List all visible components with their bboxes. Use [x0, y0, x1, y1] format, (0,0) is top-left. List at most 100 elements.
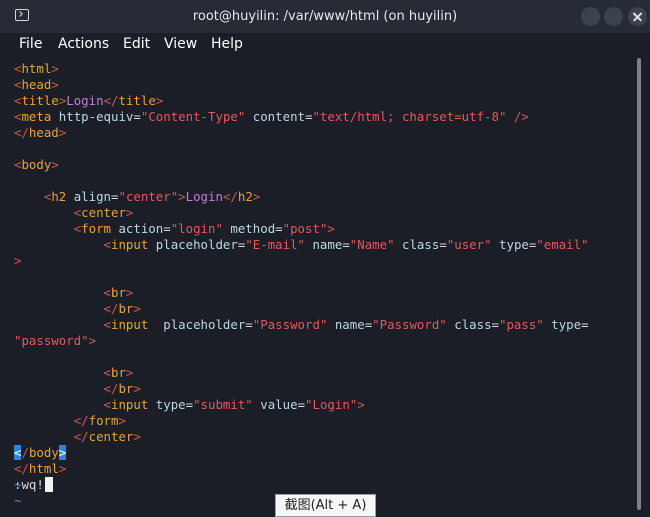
code-token: < [103, 285, 111, 300]
code-token: > [125, 205, 134, 220]
screenshot-tooltip: 截图(Alt + A) [275, 494, 376, 517]
code-token: </ [73, 413, 89, 428]
code-token: "submit" [193, 397, 253, 412]
code-token: = [163, 221, 171, 236]
code-token: < [103, 317, 111, 332]
code-token: > [133, 301, 141, 316]
code-line: </center> [14, 429, 141, 445]
code-token: </ [14, 125, 29, 140]
code-token: > [178, 189, 186, 204]
code-token: > [125, 285, 134, 300]
code-token: "login" [170, 221, 223, 236]
code-token: placeholder [163, 317, 246, 332]
code-token: > [51, 61, 59, 76]
menu-edit[interactable]: Edit [123, 35, 150, 53]
code-token: "Password" [372, 317, 447, 332]
code-token: </ [222, 189, 238, 204]
code-token: > [58, 125, 67, 140]
code-token: > [252, 189, 261, 204]
code-token: < [103, 397, 111, 412]
code-token: = [297, 397, 306, 412]
code-token: > [88, 333, 97, 348]
code-token: head [28, 125, 59, 140]
code-token: br [118, 381, 134, 396]
code-line: <center> [14, 205, 134, 221]
close-icon[interactable] [628, 7, 647, 26]
code-line: </html> [14, 461, 66, 477]
code-line: <br> [14, 365, 134, 381]
vim-editor-area[interactable]: <html> <head> <title>Login</title> <meta ht… [0, 60, 634, 508]
code-token: "user" [446, 237, 492, 252]
code-token: type [155, 397, 186, 412]
code-token: class [402, 237, 440, 252]
code-token: body [21, 157, 52, 172]
code-token: > [58, 445, 67, 460]
code-token: > [125, 365, 134, 380]
code-token: > [133, 381, 141, 396]
menu-help[interactable]: Help [211, 35, 243, 53]
code-token: placeholder [155, 237, 238, 252]
code-token: = [581, 317, 589, 332]
code-token: / [21, 445, 29, 460]
code-line: <input type="submit" value="Login"> [14, 397, 365, 413]
code-token: "center" [118, 189, 179, 204]
code-token: = [342, 237, 350, 252]
code-token: body [28, 445, 59, 460]
code-token: Login [185, 189, 223, 204]
code-token: = [185, 397, 194, 412]
maximize-button[interactable] [604, 7, 623, 26]
code-line: <head> [14, 77, 59, 93]
menu-actions[interactable]: Actions [58, 35, 109, 53]
code-token: "email" [536, 237, 589, 252]
code-token: align [73, 189, 112, 204]
menu-file[interactable]: File [19, 35, 42, 53]
code-token: "E-mail" [245, 237, 305, 252]
code-token: title [21, 93, 59, 108]
code-token: "password" [14, 333, 89, 348]
code-token: title [118, 93, 156, 108]
code-token: center [88, 429, 134, 444]
code-token: > [155, 93, 164, 108]
scrollbar-thumb[interactable] [637, 58, 641, 510]
code-token: h2 [237, 189, 253, 204]
code-token: > [51, 77, 59, 92]
code-token: Login [66, 93, 104, 108]
scrollbar[interactable] [636, 58, 644, 510]
code-line: </body> [14, 445, 67, 461]
code-token: form [81, 221, 111, 236]
title-bar: root@huyilin: /var/www/html (on huyilin) [0, 0, 650, 34]
code-line: <form action="login" method="post"> [14, 221, 335, 237]
code-token: "Login" [305, 397, 358, 412]
code-line: <input placeholder="Password" name="Pass… [14, 317, 589, 333]
code-token: h2 [51, 189, 67, 204]
code-token: html [28, 461, 59, 476]
code-token: type [499, 237, 529, 252]
code-token: "Name" [349, 237, 395, 252]
code-token: "Content-Type" [140, 109, 246, 124]
code-token: < [103, 237, 111, 252]
code-token: < [103, 365, 111, 380]
code-token: = [275, 221, 283, 236]
minimize-button[interactable] [581, 7, 600, 26]
code-token: = [245, 317, 253, 332]
command-line[interactable]: :wq! [14, 477, 44, 493]
code-line: <br> [14, 285, 134, 301]
menu-view[interactable]: View [164, 35, 197, 53]
code-line: <h2 align="center">Login</h2> [14, 189, 260, 205]
code-line: > [14, 253, 21, 269]
code-token: > [133, 429, 141, 444]
code-token: = [491, 317, 500, 332]
code-token: action [118, 221, 164, 236]
code-token: = [439, 237, 447, 252]
code-token: </ [103, 381, 119, 396]
code-line: ~ [14, 493, 21, 509]
